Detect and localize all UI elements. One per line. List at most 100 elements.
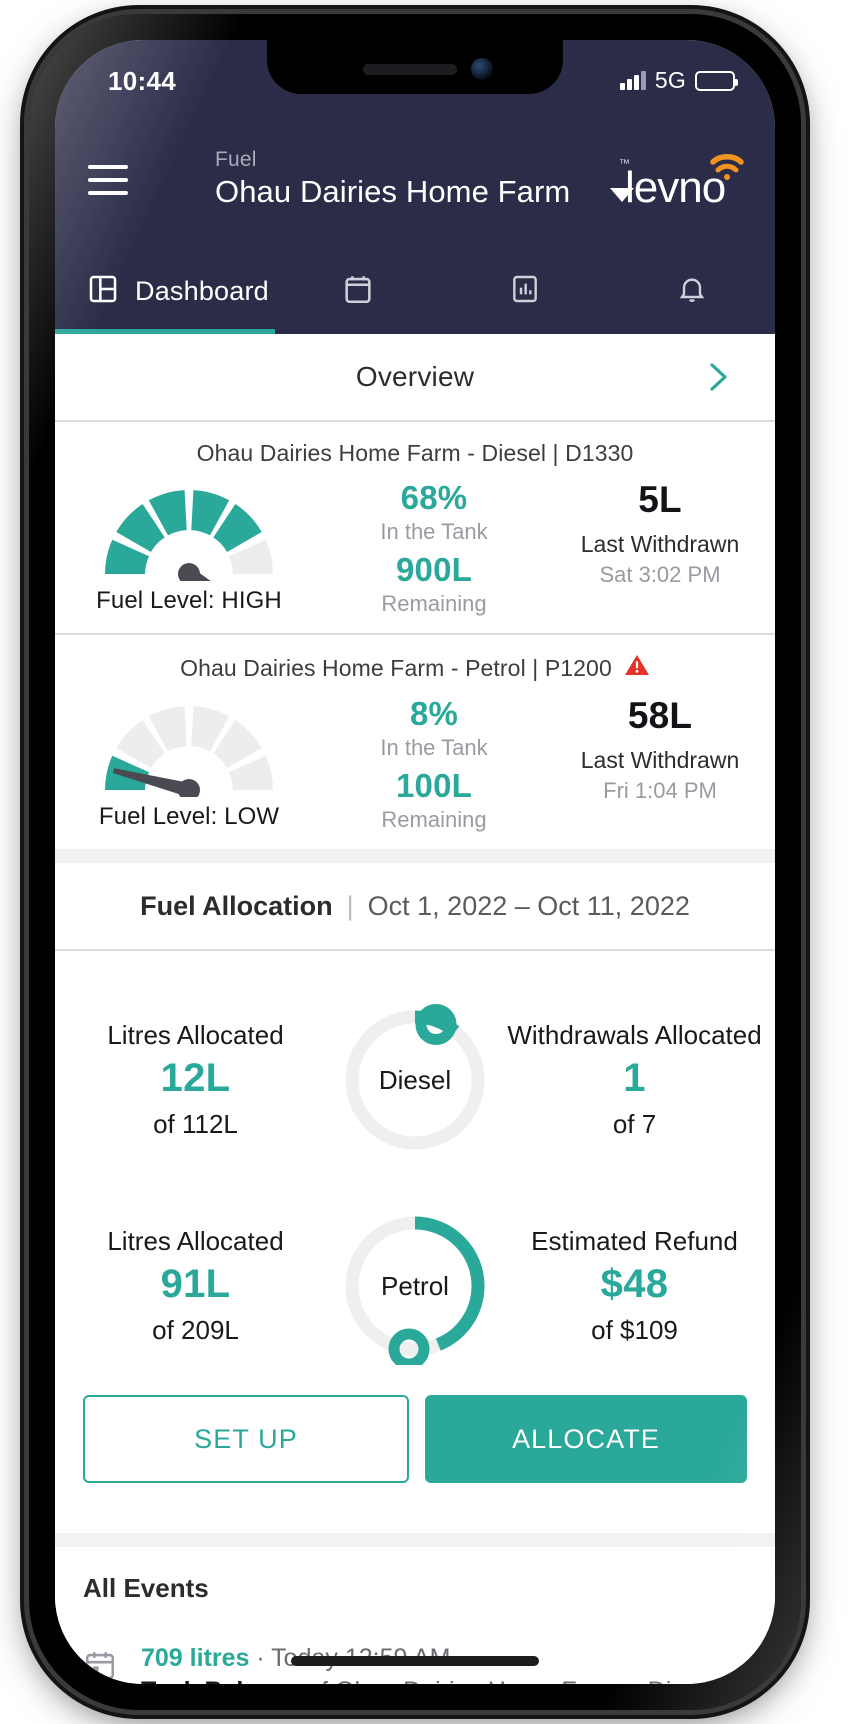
tank-card-diesel[interactable]: Ohau Dairies Home Farm - Diesel | D1330: [55, 422, 775, 633]
allocate-button[interactable]: ALLOCATE: [425, 1395, 747, 1483]
overview-card: Overview: [55, 334, 775, 420]
allocation-right-title: Withdrawals Allocated: [507, 1019, 762, 1050]
tank-card-petrol[interactable]: Ohau Dairies Home Farm - Petrol | P1200: [55, 635, 775, 849]
tank-title: Ohau Dairies Home Farm - Diesel | D1330: [196, 440, 634, 466]
network-type-label: 5G: [654, 67, 686, 93]
section-gap: [55, 1533, 775, 1547]
event-amount: 709 litres: [141, 1644, 250, 1672]
tank-percent: 8%: [409, 695, 459, 732]
fuel-level-caption: Fuel Level: HIGH: [96, 587, 282, 614]
chevron-right-icon[interactable]: [705, 360, 731, 399]
tab-notifications[interactable]: [608, 248, 775, 334]
tab-dashboard-label: Dashboard: [135, 275, 269, 306]
hamburger-menu-icon[interactable]: [85, 162, 131, 198]
fuel-level-caption: Fuel Level: LOW: [98, 803, 280, 830]
tab-calendar[interactable]: [275, 248, 442, 334]
dashboard-content[interactable]: Overview Ohau Dairies Home Farm - Diesel…: [55, 334, 775, 1684]
fuel-allocation-body: Litres Allocated 12L of 112L Diesel With…: [55, 951, 775, 1533]
allocation-right-value: 1: [623, 1056, 646, 1101]
allocation-right-title: Estimated Refund: [531, 1225, 738, 1256]
allocation-right-value: $48: [600, 1262, 669, 1307]
phone-screen: 10:44 5G Fuel Ohau Dairies Home Farm ™ l…: [55, 40, 775, 1684]
main-tab-bar: Dashboard: [55, 248, 775, 334]
allocation-row-diesel: Litres Allocated 12L of 112L Diesel With…: [55, 977, 775, 1183]
tank-title: Ohau Dairies Home Farm - Petrol | P1200: [180, 654, 612, 681]
tank-withdrawal-column: 5L Last Withdrawn Sat 3:02 PM: [545, 477, 775, 588]
home-indicator[interactable]: [291, 1656, 539, 1666]
event-type: Tank Balance: [141, 1677, 300, 1684]
allocation-litres-petrol: Litres Allocated 91L of 209L: [55, 1226, 336, 1346]
header-eyebrow: Fuel: [215, 148, 257, 171]
allocation-withdrawals-diesel: Withdrawals Allocated 1 of 7: [494, 1020, 775, 1140]
levno-logo: ™ levno: [617, 154, 747, 216]
allocation-left-of: of 112L: [153, 1109, 238, 1140]
fuel-gauge-petrol: [94, 693, 284, 801]
allocation-right-of: of 7: [612, 1109, 657, 1140]
allocation-ring-diesel: Diesel: [336, 1001, 494, 1159]
event-detail: of Ohau Dairies Home Farm – Diesel: [300, 1677, 717, 1684]
allocation-litres-diesel: Litres Allocated 12L of 112L: [55, 1020, 336, 1140]
status-time: 10:44: [108, 66, 176, 96]
header-title-block: Fuel Ohau Dairies Home Farm: [215, 148, 635, 210]
tank-litres-sublabel: Remaining: [381, 807, 487, 832]
fuel-allocation-header: Fuel Allocation | Oct 1, 2022 – Oct 11, …: [55, 863, 775, 949]
tank-percent-sublabel: In the Tank: [380, 735, 488, 760]
tank-litres: 100L: [395, 767, 473, 804]
battery-icon: [695, 70, 738, 91]
fuel-allocation-date-range: Oct 1, 2022 – Oct 11, 2022: [367, 890, 690, 921]
set-up-button[interactable]: SET UP: [83, 1395, 409, 1483]
header-separator: |: [346, 890, 354, 921]
section-gap: [55, 849, 775, 863]
tank-percent-sublabel: In the Tank: [380, 519, 488, 544]
tab-dashboard[interactable]: Dashboard: [55, 248, 275, 334]
tank-litres: 900L: [395, 551, 473, 588]
allocation-actions: SET UP ALLOCATE: [55, 1389, 775, 1511]
tank-withdrawal-column: 58L Last Withdrawn Fri 1:04 PM: [545, 693, 775, 804]
last-withdrawn-time: Fri 1:04 PM: [603, 778, 717, 803]
earpiece-speaker: [363, 64, 457, 75]
allocation-left-value: 91L: [160, 1262, 231, 1307]
last-withdrawn-amount: 58L: [627, 695, 693, 736]
tank-level-column: 68% In the Tank 900L Remaining: [323, 477, 545, 617]
all-events-title: All Events: [83, 1573, 209, 1603]
last-withdrawn-label: Last Withdrawn: [580, 747, 740, 773]
front-camera-icon: [471, 58, 493, 80]
allocation-right-of: of $109: [591, 1315, 678, 1346]
active-tab-underline: [55, 329, 275, 334]
tank-gauge-column: Fuel Level: HIGH: [55, 477, 323, 618]
tank-title-row: Ohau Dairies Home Farm - Diesel | D1330: [55, 440, 775, 467]
calendar-icon: [341, 272, 375, 311]
allocation-ring-label: Petrol: [381, 1270, 449, 1301]
allocation-left-title: Litres Allocated: [107, 1019, 284, 1050]
fuel-gauge-diesel: [94, 477, 284, 618]
cellular-signal-icon: [620, 71, 646, 90]
dashboard-icon: [87, 273, 119, 310]
last-withdrawn-label: Last Withdrawn: [580, 531, 740, 557]
tank-percent: 68%: [400, 479, 468, 516]
last-withdrawn-amount: 5L: [638, 479, 682, 520]
allocation-refund-petrol: Estimated Refund $48 of $109: [494, 1226, 775, 1346]
bar-chart-icon: [509, 273, 541, 310]
status-indicators: 5G: [620, 67, 738, 94]
tank-litres-sublabel: Remaining: [381, 591, 487, 616]
app-header: Fuel Ohau Dairies Home Farm ™ levno: [55, 124, 775, 248]
page-title: Ohau Dairies Home Farm: [215, 174, 571, 209]
tank-gauge-column: Fuel Level: LOW: [55, 693, 323, 831]
tab-reports[interactable]: [442, 248, 609, 334]
trademark-symbol: ™: [619, 158, 630, 170]
bell-icon: [676, 273, 708, 310]
svg-text:levno: levno: [625, 163, 725, 212]
tank-level-column: 8% In the Tank 100L Remaining: [323, 693, 545, 833]
allocation-left-of: of 209L: [152, 1315, 239, 1346]
allocation-ring-petrol: Petrol: [336, 1207, 494, 1370]
phone-frame: 10:44 5G Fuel Ohau Dairies Home Farm ™ l…: [29, 14, 801, 1710]
allocation-ring-label: Diesel: [378, 1064, 452, 1095]
allocation-left-value: 12L: [160, 1056, 231, 1101]
overview-label: Overview: [355, 361, 475, 392]
device-notch: [267, 40, 563, 94]
overview-row[interactable]: Overview: [55, 334, 775, 420]
tank-title-row: Ohau Dairies Home Farm - Petrol | P1200: [55, 653, 775, 683]
last-withdrawn-time: Sat 3:02 PM: [599, 562, 721, 587]
calendar-event-icon: [83, 1644, 119, 1684]
fuel-allocation-title: Fuel Allocation: [140, 890, 333, 921]
